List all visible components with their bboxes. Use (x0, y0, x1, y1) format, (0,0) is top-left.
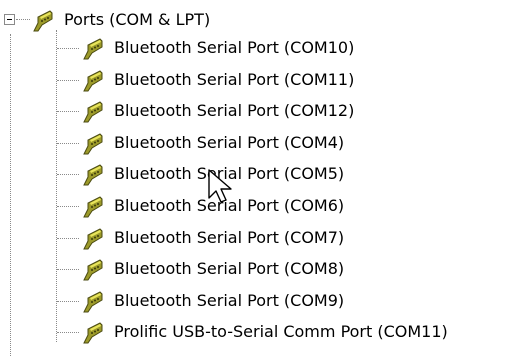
tree-connector (57, 174, 79, 176)
tree-node-label: Bluetooth Serial Port (COM4) (114, 132, 345, 152)
serial-port-icon (83, 322, 103, 344)
tree-guide-line (10, 34, 11, 356)
tree-node-label: Bluetooth Serial Port (COM9) (114, 290, 345, 310)
tree-connector (57, 269, 79, 271)
tree-connector (57, 300, 79, 302)
tree-node-device[interactable]: Bluetooth Serial Port (COM5) (80, 158, 346, 190)
tree-node-device[interactable]: Bluetooth Serial Port (COM7) (80, 222, 346, 254)
tree-node-device[interactable]: Bluetooth Serial Port (COM10) (80, 32, 356, 64)
tree-connector (57, 48, 79, 49)
tree-node-label: Bluetooth Serial Port (COM5) (114, 164, 345, 184)
tree-node-device[interactable]: Bluetooth Serial Port (COM8) (80, 253, 346, 285)
serial-port-icon (83, 133, 103, 155)
serial-port-icon (83, 38, 103, 60)
serial-port-icon (83, 196, 103, 218)
serial-port-icon (83, 259, 103, 281)
tree-node-device[interactable]: Bluetooth Serial Port (COM4) (80, 127, 346, 159)
tree-node-label: Prolific USB-to-Serial Comm Port (COM11) (114, 322, 448, 342)
tree-node-device[interactable]: Bluetooth Serial Port (COM11) (80, 64, 356, 96)
tree-node-label: Bluetooth Serial Port (COM12) (114, 101, 355, 121)
serial-port-icon (83, 69, 103, 92)
tree-node-device[interactable]: Bluetooth Serial Port (COM6) (80, 190, 346, 222)
tree-connector (57, 111, 79, 113)
tree-connector (57, 206, 79, 207)
tree-node-label: Bluetooth Serial Port (COM11) (114, 69, 355, 89)
tree-node-label: Ports (COM & LPT) (64, 10, 211, 29)
tree-connector (57, 142, 79, 144)
tree-node-label: Bluetooth Serial Port (COM7) (114, 227, 345, 247)
serial-port-icon (83, 164, 103, 186)
tree-connector (57, 79, 79, 81)
collapse-toggle[interactable] (4, 14, 15, 25)
tree-guide-line (56, 30, 57, 342)
device-tree: Ports (COM & LPT) Bluetooth Serial Port … (0, 0, 519, 356)
tree-node-device[interactable]: Bluetooth Serial Port (COM9) (80, 285, 346, 317)
serial-port-icon (33, 10, 53, 32)
tree-connector (16, 19, 30, 20)
serial-port-icon (83, 291, 103, 313)
tree-node-device[interactable]: Bluetooth Serial Port (COM12) (80, 95, 356, 127)
serial-port-icon (83, 227, 103, 250)
tree-connector (57, 237, 79, 239)
tree-node-device[interactable]: Prolific USB-to-Serial Comm Port (COM11) (80, 316, 450, 348)
tree-node-label: Bluetooth Serial Port (COM8) (114, 259, 345, 279)
tree-node-label: Bluetooth Serial Port (COM10) (114, 38, 355, 57)
serial-port-icon (83, 101, 103, 123)
tree-connector (57, 332, 79, 334)
tree-node-label: Bluetooth Serial Port (COM6) (114, 196, 345, 215)
